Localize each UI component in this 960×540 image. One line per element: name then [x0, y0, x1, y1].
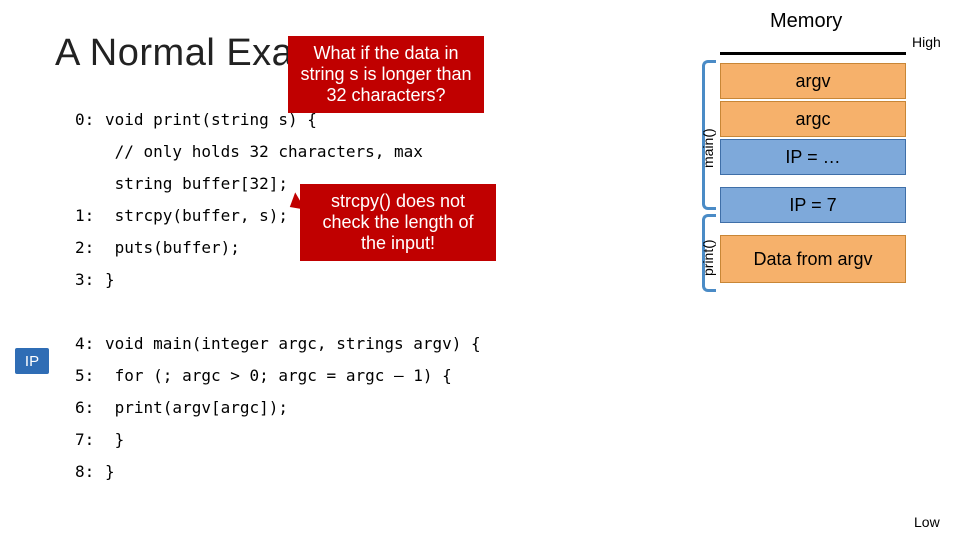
- code-line-number: 1:: [75, 200, 105, 232]
- code-line-text: void print(string s) {: [105, 110, 317, 129]
- memory-low-label: Low: [914, 514, 940, 530]
- memory-cell: argv: [720, 63, 906, 99]
- code-line: 6: print(argv[argc]);: [75, 392, 481, 424]
- code-line-text: }: [105, 462, 115, 481]
- code-line: 8:}: [75, 456, 481, 488]
- code-line-number: 5:: [75, 360, 105, 392]
- memory-spacer: [720, 55, 906, 63]
- code-line-text: }: [105, 270, 115, 289]
- memory-title: Memory: [770, 10, 842, 33]
- memory-cell: Data from argv: [720, 235, 906, 283]
- code-line: 3:}: [75, 264, 481, 296]
- code-line-number: 3:: [75, 264, 105, 296]
- code-line-text: }: [105, 430, 124, 449]
- code-line-text: strcpy(buffer, s);: [105, 206, 288, 225]
- code-line: 4:void main(integer argc, strings argv) …: [75, 328, 481, 360]
- bracket-print-label: print(): [700, 239, 716, 276]
- memory-cell: IP = …: [720, 139, 906, 175]
- memory-cell: argc: [720, 101, 906, 137]
- code-line-number: 4:: [75, 328, 105, 360]
- memory-high-label: High: [912, 34, 941, 50]
- code-line-text: // only holds 32 characters, max: [105, 142, 423, 161]
- code-line-number: 8:: [75, 456, 105, 488]
- code-line-text: for (; argc > 0; argc = argc – 1) {: [105, 366, 452, 385]
- code-line-text: print(argv[argc]);: [105, 398, 288, 417]
- code-line-number: 6:: [75, 392, 105, 424]
- code-line: // only holds 32 characters, max: [75, 136, 481, 168]
- code-line-text: void main(integer argc, strings argv) {: [105, 334, 481, 353]
- code-line-number: 2:: [75, 232, 105, 264]
- code-line-number: 7:: [75, 424, 105, 456]
- callout-top: What if the data in string s is longer t…: [288, 36, 484, 113]
- memory-spacer: [720, 223, 906, 235]
- code-line-text: string buffer[32];: [105, 174, 288, 193]
- memory-cell: IP = 7: [720, 187, 906, 223]
- code-line: 7: }: [75, 424, 481, 456]
- code-line: [75, 296, 481, 328]
- code-block: 0:void print(string s) { // only holds 3…: [75, 104, 481, 488]
- code-line-text: puts(buffer);: [105, 238, 240, 257]
- callout-mid: strcpy() does not check the length of th…: [300, 184, 496, 261]
- code-line: 5: for (; argc > 0; argc = argc – 1) {: [75, 360, 481, 392]
- code-line-number: 0:: [75, 104, 105, 136]
- ip-badge: IP: [15, 348, 49, 374]
- memory-spacer: [720, 175, 906, 187]
- bracket-main-label: main(): [700, 128, 716, 168]
- memory-stack: argvargcIP = … IP = 7 Data from argv: [720, 52, 906, 283]
